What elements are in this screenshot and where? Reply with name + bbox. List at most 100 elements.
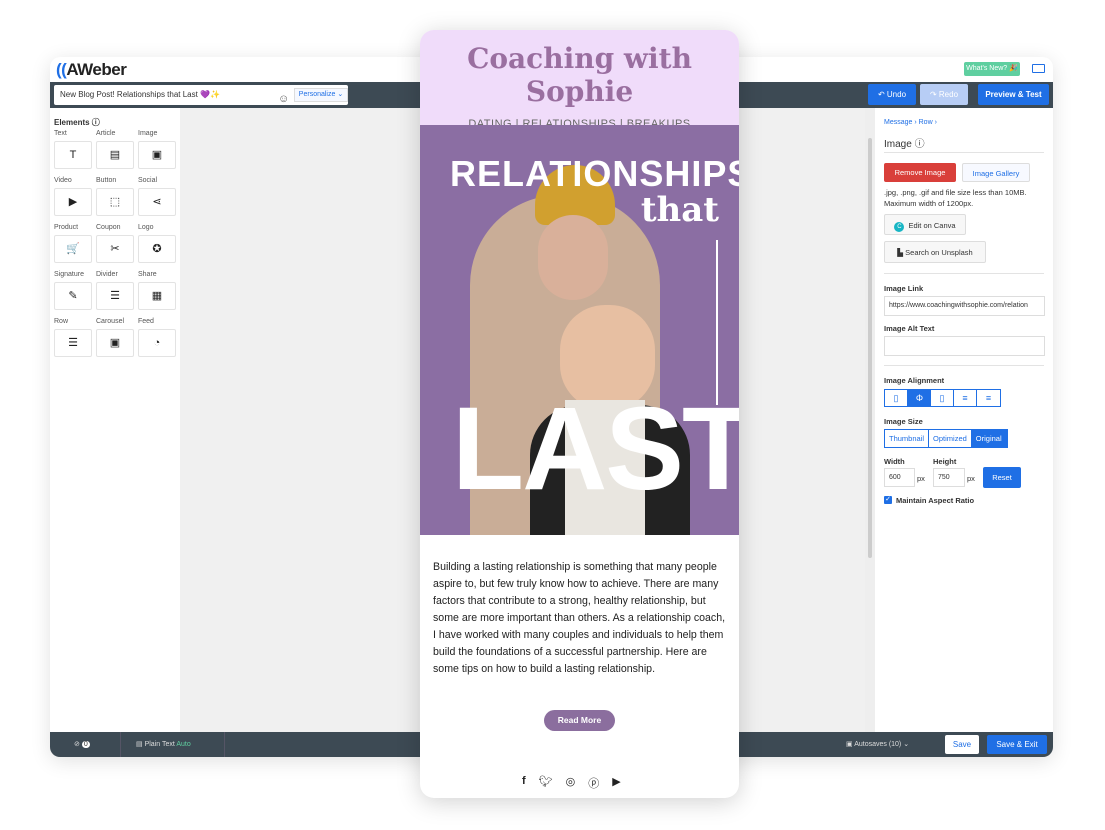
email-preview: Coaching with Sophie DATING | RELATIONSH…	[420, 30, 739, 798]
hero-that: that	[640, 190, 719, 230]
share-icon[interactable]: ▦	[138, 282, 176, 310]
alt-text-label: Image Alt Text	[884, 324, 935, 333]
unsplash-icon: ▙	[897, 248, 906, 257]
hero-headline: RELATIONSHIPS	[450, 153, 739, 194]
search-unsplash-button[interactable]: ▙ Search on Unsplash	[884, 241, 986, 263]
subject-input[interactable]: New Blog Post! Relationships that Last 💜…	[54, 85, 348, 105]
element-label: Carousel	[96, 318, 125, 325]
size-optimized[interactable]: Optimized	[929, 430, 971, 447]
social-icon[interactable]: ⋖	[138, 188, 176, 216]
element-button[interactable]: Button ⬚	[96, 177, 134, 216]
elements-panel: Elements ⓘ Text T Article ▤ Image ▣ Video ▶ Butt…	[50, 108, 180, 732]
save-button[interactable]: Save	[945, 735, 979, 754]
reset-button[interactable]: Reset	[983, 467, 1021, 488]
carousel-icon[interactable]: ▣	[96, 329, 134, 357]
align-right-icon[interactable]: ▯	[931, 390, 954, 406]
youtube-icon[interactable]: ▶	[612, 775, 620, 791]
redo-button[interactable]: ↷ Redo	[920, 84, 968, 105]
image-link-input[interactable]: https://www.coachingwithsophie.com/relat…	[884, 296, 1045, 316]
element-label: Signature	[54, 271, 84, 278]
breadcrumb[interactable]: Message › Row ›	[884, 119, 937, 126]
element-feed[interactable]: Feed ◔	[138, 318, 176, 357]
row-icon[interactable]: ☰	[54, 329, 92, 357]
video-icon[interactable]: ▶	[54, 188, 92, 216]
size-thumbnail[interactable]: Thumbnail	[885, 430, 930, 447]
width-unit: px	[917, 474, 925, 483]
element-label: Article	[96, 130, 116, 137]
element-row[interactable]: Row ☰	[54, 318, 92, 357]
facebook-icon[interactable]: f	[522, 775, 526, 791]
element-share[interactable]: Share ▦	[138, 271, 176, 310]
pinterest-icon[interactable]: ⓟ	[588, 775, 599, 791]
attachments[interactable]: ⊘ 0	[74, 740, 90, 748]
element-coupon[interactable]: Coupon ✂	[96, 224, 134, 263]
element-label: Logo	[138, 224, 154, 231]
canva-icon: C	[894, 222, 905, 232]
align-left-icon[interactable]: ▯	[885, 390, 908, 406]
logo-icon[interactable]: ✪	[138, 235, 176, 263]
feed-icon[interactable]: ◔	[138, 329, 176, 357]
divider-icon[interactable]: ☰	[96, 282, 134, 310]
image-size-group: Thumbnail Optimized Original	[884, 429, 1008, 448]
element-label: Video	[54, 177, 72, 184]
plain-text-toggle[interactable]: ▤ Plain Text Auto	[136, 740, 191, 748]
size-original[interactable]: Original	[970, 430, 1007, 447]
autosaves-dropdown[interactable]: ▣ Autosaves (10) ⌄	[846, 740, 909, 748]
signature-icon[interactable]: ✎	[54, 282, 92, 310]
element-video[interactable]: Video ▶	[54, 177, 92, 216]
twitter-icon[interactable]: 🐦︎	[539, 775, 553, 791]
instagram-icon[interactable]: ◎	[566, 775, 576, 791]
element-logo[interactable]: Logo ✪	[138, 224, 176, 263]
element-carousel[interactable]: Carousel ▣	[96, 318, 134, 357]
preview-test-button[interactable]: Preview & Test	[978, 84, 1049, 105]
height-input[interactable]: 750	[933, 468, 965, 487]
aweber-logo[interactable]: ((AWeber	[56, 60, 127, 80]
element-label: Social	[138, 177, 158, 184]
save-exit-button[interactable]: Save & Exit	[987, 735, 1047, 754]
float-right-icon[interactable]: ≡	[977, 390, 1000, 406]
element-label: Feed	[138, 318, 154, 325]
width-input[interactable]: 600	[884, 468, 915, 487]
element-label: Row	[54, 318, 69, 325]
image-gallery-button[interactable]: Image Gallery	[962, 163, 1030, 182]
image-icon[interactable]: ▣	[138, 141, 176, 169]
product-icon[interactable]: 🛒	[54, 235, 92, 263]
keyboard-icon[interactable]	[1032, 64, 1045, 73]
read-more-button[interactable]: Read More	[544, 710, 615, 731]
alt-text-input[interactable]	[884, 336, 1045, 356]
aspect-checkbox[interactable]: ✓	[884, 496, 892, 504]
email-body-text[interactable]: Building a lasting relationship is somet…	[420, 535, 739, 678]
image-link-label: Image Link	[884, 284, 924, 293]
hero-image[interactable]: RELATIONSHIPS that LAST	[420, 125, 739, 535]
coupon-icon[interactable]: ✂	[96, 235, 134, 263]
element-label: Text	[54, 130, 67, 137]
whats-new-button[interactable]: What's New? 🎉	[964, 62, 1020, 76]
file-hint: .jpg, .png, .gif and file size less than…	[884, 188, 1027, 208]
remove-image-button[interactable]: Remove Image	[884, 163, 956, 182]
element-label: Image	[138, 130, 158, 137]
personalize-button[interactable]: Personalize ⌄	[294, 88, 348, 102]
element-article[interactable]: Article ▤	[96, 130, 134, 169]
element-image[interactable]: Image ▣	[138, 130, 176, 169]
text-icon[interactable]: T	[54, 141, 92, 169]
button-icon[interactable]: ⬚	[96, 188, 134, 216]
element-product[interactable]: Product 🛒	[54, 224, 92, 263]
aspect-label: Maintain Aspect Ratio	[896, 496, 975, 505]
element-text[interactable]: Text T	[54, 130, 92, 169]
email-title: Coaching with Sophie	[467, 42, 692, 108]
element-signature[interactable]: Signature ✎	[54, 271, 92, 310]
element-divider[interactable]: Divider ☰	[96, 271, 134, 310]
panel-title: Image ⓘ	[884, 139, 925, 150]
image-settings-panel: Message › Row › Image ⓘ Remove Image Ima…	[875, 108, 1053, 732]
email-header[interactable]: Coaching with Sophie DATING | RELATIONSH…	[420, 30, 739, 130]
edit-on-canva-button[interactable]: C Edit on Canva	[884, 214, 966, 235]
element-social[interactable]: Social ⋖	[138, 177, 176, 216]
undo-button[interactable]: ↶ Undo	[868, 84, 916, 105]
article-icon[interactable]: ▤	[96, 141, 134, 169]
align-center-icon[interactable]: Φ	[908, 390, 931, 406]
alignment-label: Image Alignment	[884, 376, 945, 385]
float-left-icon[interactable]: ≡	[954, 390, 977, 406]
alignment-group: ▯ Φ ▯ ≡ ≡	[884, 389, 1001, 407]
canvas-scrollbar[interactable]	[865, 108, 875, 732]
emoji-icon[interactable]: ☺	[278, 89, 289, 109]
